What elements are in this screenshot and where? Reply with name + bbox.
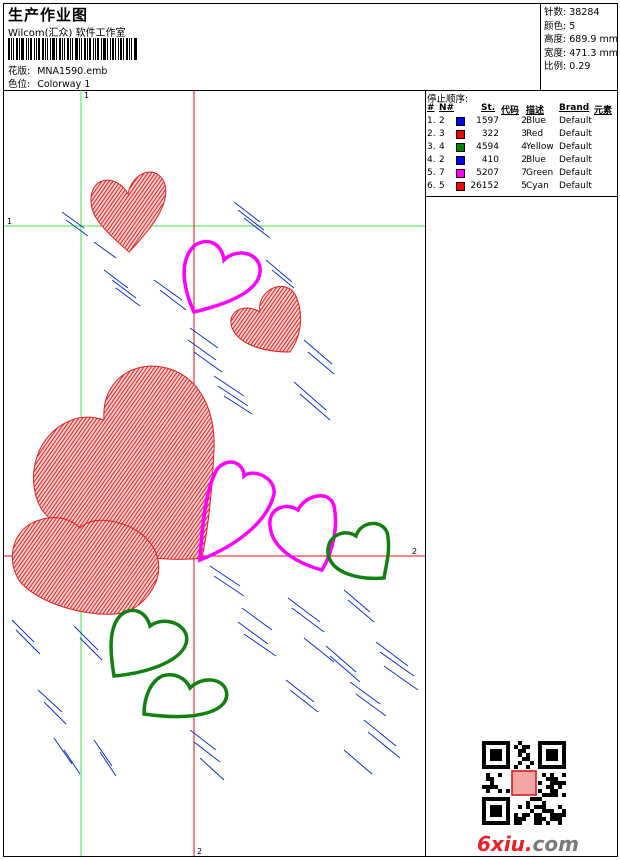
stop-cell-st: 322 xyxy=(481,129,499,139)
company-name: Wilcom(汇众) 软件工作室 xyxy=(8,28,126,39)
stop-cell-num: 3. xyxy=(427,142,436,152)
stop-cell-num: 4. xyxy=(427,155,436,165)
stop-cell-code: 2 xyxy=(521,116,527,126)
thread-color-swatch xyxy=(456,156,465,165)
thread-color-swatch xyxy=(456,182,465,191)
stop-row: 3. 4 4594 4 Yellow Default xyxy=(427,142,615,155)
stop-cell-desc: Blue xyxy=(526,155,546,165)
stop-row: 6. 5 26152 5 Cyan Default xyxy=(427,181,615,194)
stop-sequence-panel: 停止顺序: # N# St. 代码 描述 Brand 元素 1. 2 1597 2 Bl… xyxy=(425,90,617,856)
stop-cell-n: 4 xyxy=(439,142,445,152)
green-heart-bottom xyxy=(142,673,229,719)
colorway-label: 色位: xyxy=(8,79,31,90)
guide-label-h-red: 2 xyxy=(412,547,417,556)
qr-code xyxy=(482,741,566,825)
thread-color-swatch xyxy=(456,169,465,178)
stop-cell-desc: Red xyxy=(526,129,544,139)
stop-cell-desc: Cyan xyxy=(526,181,549,191)
guide-label-v-green: 1 xyxy=(84,91,89,100)
stop-cell-code: 3 xyxy=(521,129,527,139)
stop-cell-brand: Default xyxy=(559,155,592,165)
design-info: 花版: MNA1590.emb xyxy=(8,63,107,77)
stop-row: 2. 3 322 3 Red Default xyxy=(427,129,615,142)
colorway-info: 色位: Colorway 1 xyxy=(8,76,90,90)
stop-cell-num: 6. xyxy=(427,181,436,191)
stat-stitches: 针数: 38284 xyxy=(544,7,600,18)
stop-row: 4. 2 410 2 Blue Default xyxy=(427,155,615,168)
stop-cell-n: 2 xyxy=(439,155,445,165)
stop-cell-brand: Default xyxy=(559,129,592,139)
stop-cell-st: 4594 xyxy=(476,142,499,152)
red-heart-top-left xyxy=(90,171,167,253)
stop-cell-st: 26152 xyxy=(470,181,499,191)
col-stitches: St. xyxy=(481,103,496,113)
col-desc: 描述 xyxy=(526,106,545,116)
thread-color-swatch xyxy=(456,143,465,152)
thread-color-swatch xyxy=(456,117,465,126)
stat-width: 宽度: 471.3 mm xyxy=(544,47,618,59)
stop-row: 1. 2 1597 2 Blue Default xyxy=(427,116,615,129)
stop-cell-st: 5207 xyxy=(476,168,499,178)
magenta-heart-right xyxy=(268,494,338,573)
stop-cell-n: 7 xyxy=(439,168,445,178)
col-code: 代码 xyxy=(501,106,520,116)
design-canvas: 1 1 2 2 xyxy=(4,90,426,856)
stat-scale: 比例: 0.29 xyxy=(544,61,591,72)
stop-cell-code: 2 xyxy=(521,155,527,165)
stat-colors: 颜色: 5 xyxy=(544,20,576,32)
stop-cell-st: 410 xyxy=(481,155,499,165)
stop-cell-brand: Default xyxy=(559,168,592,178)
stop-cell-n: 2 xyxy=(439,116,445,126)
watermark-logo: 6xiu.com xyxy=(477,832,579,856)
green-heart-right xyxy=(326,521,391,581)
design-stats: 针数: 38284 颜色: 5 高度: 689.9 mm 宽度: 471.3 m… xyxy=(544,6,618,74)
stop-cell-brand: Default xyxy=(559,142,592,152)
stop-row: 5. 7 5207 7 Green Default xyxy=(427,168,615,181)
stop-cell-code: 4 xyxy=(521,142,527,152)
production-sheet: 生产作业图 Wilcom(汇众) 软件工作室 花版: MNA1590.emb 色… xyxy=(3,3,618,857)
stop-cell-desc: Yellow xyxy=(526,142,554,152)
stop-cell-n: 5 xyxy=(439,181,445,191)
stop-cell-brand: Default xyxy=(559,181,592,191)
barcode xyxy=(8,38,144,60)
stop-sequence-header: # N# St. 代码 描述 Brand 元素 xyxy=(427,103,615,116)
stop-cell-code: 5 xyxy=(521,181,527,191)
page-title: 生产作业图 xyxy=(8,6,89,24)
col-element: 元素 xyxy=(594,106,613,116)
col-num: # xyxy=(427,103,435,113)
guide-label-v-red: 2 xyxy=(197,847,202,856)
green-heart-bottom-left xyxy=(109,608,189,678)
stop-cell-brand: Default xyxy=(559,116,592,126)
embroidery-preview: 1 1 2 2 xyxy=(4,90,425,856)
stop-cell-desc: Blue xyxy=(526,116,546,126)
stop-sequence-divider xyxy=(425,196,617,197)
stop-cell-st: 1597 xyxy=(476,116,499,126)
header-left-panel: 生产作业图 Wilcom(汇众) 软件工作室 花版: MNA1590.emb 色… xyxy=(4,4,541,90)
colorway-value: Colorway 1 xyxy=(37,79,91,90)
thread-color-swatch xyxy=(456,130,465,139)
stop-cell-n: 3 xyxy=(439,129,445,139)
stop-cell-num: 5. xyxy=(427,168,436,178)
sheet-header: 生产作业图 Wilcom(汇众) 软件工作室 花版: MNA1590.emb 色… xyxy=(4,4,618,91)
stop-cell-desc: Green xyxy=(526,168,554,178)
red-heart-bottom-left xyxy=(11,517,160,615)
stop-cell-num: 1. xyxy=(427,116,436,126)
magenta-heart-top xyxy=(182,239,262,315)
stop-cell-num: 2. xyxy=(427,129,436,139)
col-n: N# xyxy=(439,103,455,113)
stat-height: 高度: 689.9 mm xyxy=(544,34,618,45)
col-brand: Brand xyxy=(559,103,590,113)
stop-cell-code: 7 xyxy=(521,168,527,178)
guide-label-h-green: 1 xyxy=(7,217,12,226)
